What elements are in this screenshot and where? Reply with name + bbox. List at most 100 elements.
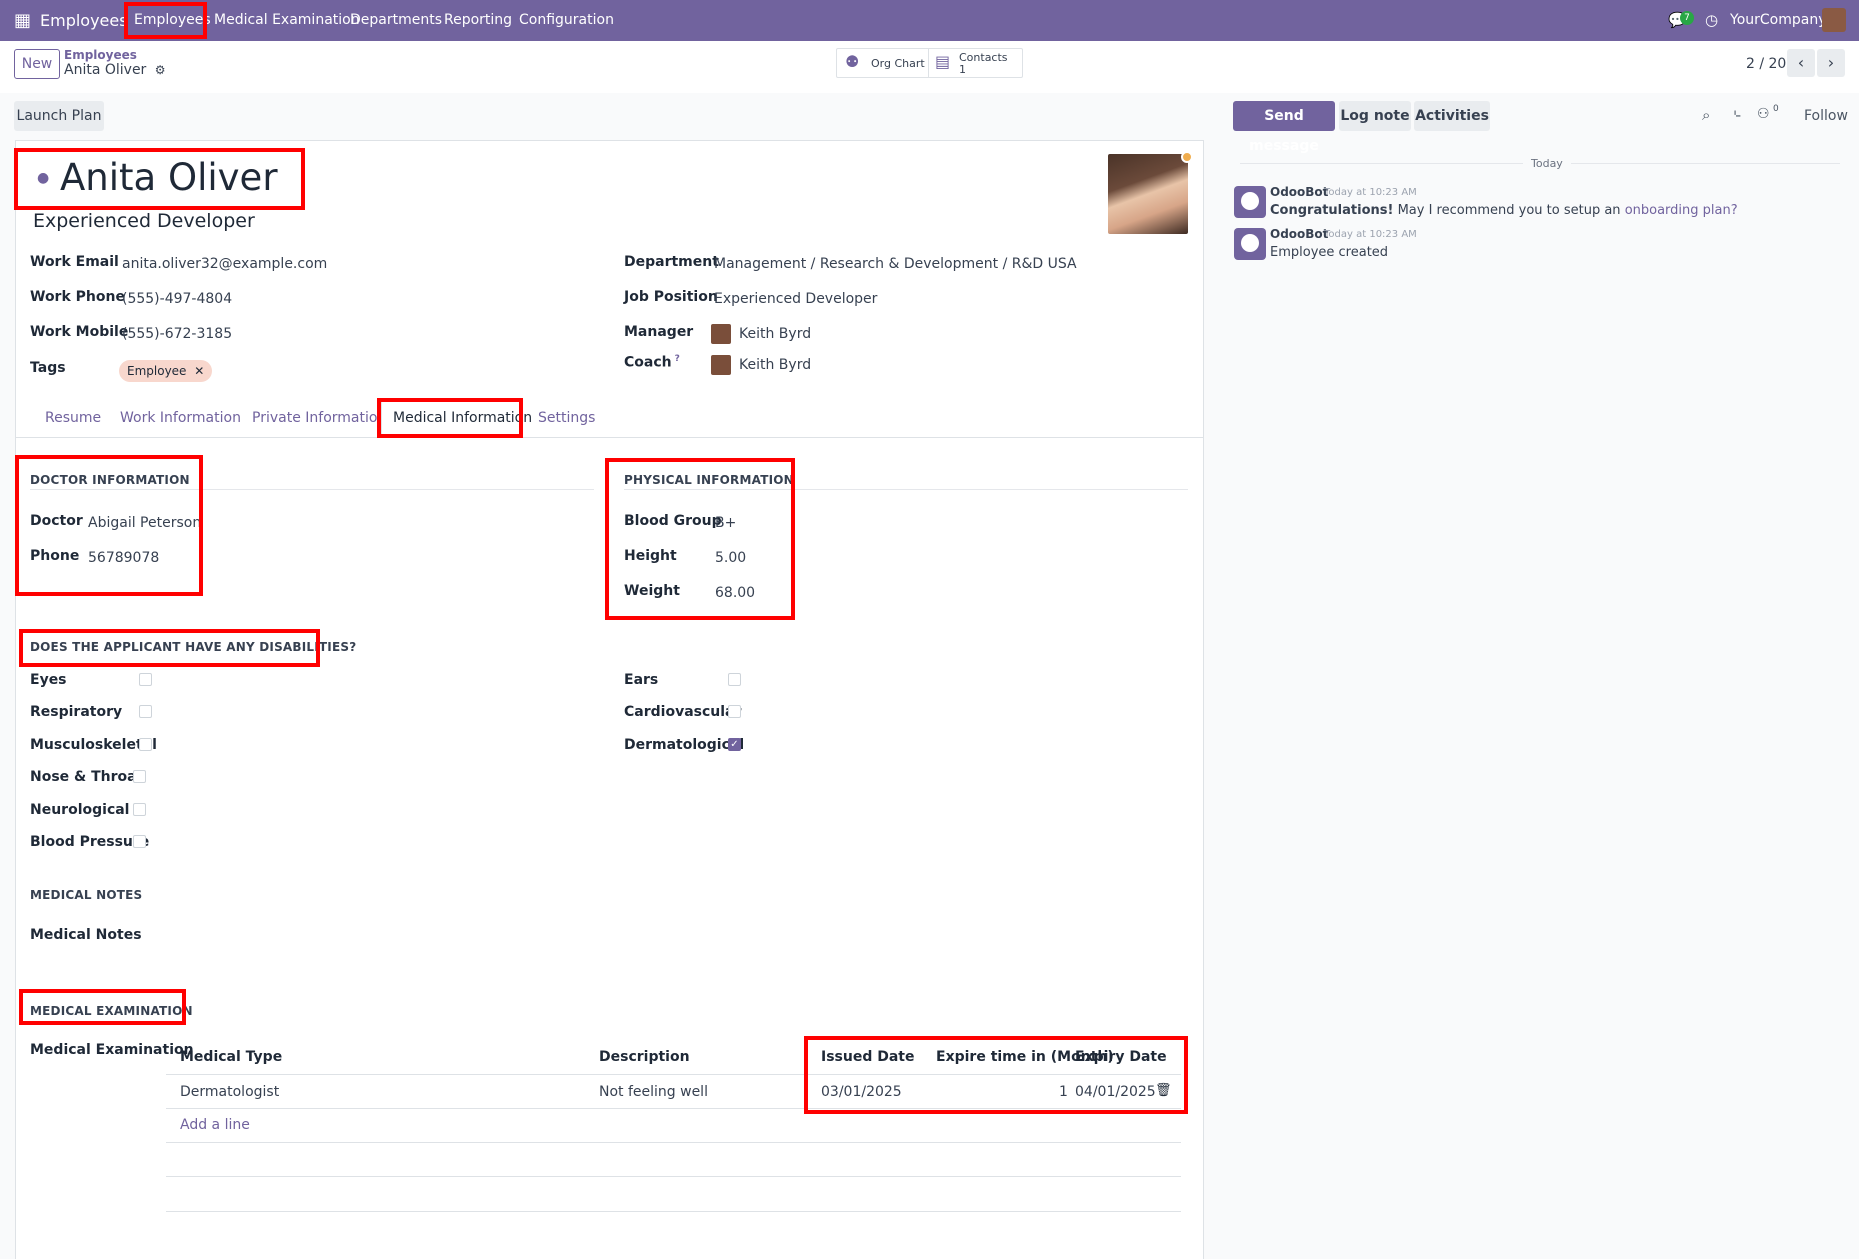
- message-author[interactable]: OdooBot: [1270, 185, 1328, 199]
- disabilities-section-title: DOES THE APPLICANT HAVE ANY DISABILITIES…: [30, 640, 357, 654]
- tab-settings[interactable]: Settings: [538, 410, 595, 426]
- trash-icon[interactable]: 🗑: [1155, 1083, 1172, 1098]
- doctor-value[interactable]: Abigail Peterson: [88, 515, 201, 531]
- tab-resume[interactable]: Resume: [45, 410, 101, 426]
- manager-label: Manager: [624, 324, 694, 340]
- breadcrumb-employees[interactable]: Employees: [64, 48, 137, 62]
- launch-plan-button[interactable]: Launch Plan: [14, 101, 104, 131]
- work-mobile-value[interactable]: (555)-672-3185: [122, 326, 232, 342]
- disability-musculoskeletal-checkbox[interactable]: [139, 738, 152, 751]
- medical-examination-label: Medical Examination: [30, 1042, 194, 1058]
- exam-section-title: MEDICAL EXAMINATION: [30, 1004, 193, 1018]
- employee-name[interactable]: Anita Oliver: [60, 156, 278, 199]
- apps-menu-icon[interactable]: ▦: [14, 0, 31, 41]
- job-position-value[interactable]: Experienced Developer: [714, 291, 877, 307]
- activity-clock-icon[interactable]: ◷: [1705, 0, 1718, 41]
- disability-cardiovascular-checkbox[interactable]: [728, 705, 741, 718]
- disability-blood-pressure-checkbox[interactable]: [133, 835, 146, 848]
- coach-help-icon[interactable]: ?: [675, 354, 680, 364]
- disability-dermatological-label: Dermatological: [624, 737, 745, 753]
- physical-section-line: [624, 489, 1188, 490]
- contacts-label: Contacts: [959, 51, 1008, 64]
- breadcrumb-current-label: Anita Oliver: [64, 62, 147, 78]
- tag-remove-icon[interactable]: ✕: [194, 364, 204, 378]
- column-description[interactable]: Description: [599, 1049, 690, 1065]
- doctor-label: Doctor: [30, 513, 83, 529]
- new-button[interactable]: New: [14, 49, 60, 79]
- menu-employees[interactable]: Employees: [134, 0, 211, 41]
- disability-neurological-label: Neurological: [30, 802, 130, 818]
- disability-ears-checkbox[interactable]: [728, 673, 741, 686]
- paperclip-icon[interactable]: ⌎: [1729, 106, 1741, 124]
- disability-nose-throat-checkbox[interactable]: [133, 770, 146, 783]
- tab-medical-information[interactable]: Medical Information: [393, 410, 532, 426]
- status-dot: [1181, 151, 1193, 163]
- gear-icon[interactable]: ⚙: [155, 63, 166, 77]
- menu-configuration[interactable]: Configuration: [519, 0, 614, 41]
- messages-badge: 7: [1680, 11, 1694, 25]
- row-issued-date[interactable]: 03/01/2025: [821, 1084, 902, 1100]
- tab-private-information[interactable]: Private Information: [252, 410, 386, 426]
- tag-employee[interactable]: Employee ✕: [119, 360, 213, 382]
- disability-eyes-checkbox[interactable]: [139, 673, 152, 686]
- work-email-value[interactable]: anita.oliver32@example.com: [122, 256, 327, 272]
- phone-value[interactable]: 56789078: [88, 550, 159, 566]
- company-switcher[interactable]: YourCompany: [1730, 0, 1827, 41]
- menu-medical-examination[interactable]: Medical Examination: [214, 0, 360, 41]
- weight-value[interactable]: 68.00: [715, 585, 755, 601]
- doctor-section-line: [30, 489, 594, 490]
- work-phone-label: Work Phone: [30, 289, 125, 305]
- menu-departments[interactable]: Departments: [350, 0, 442, 41]
- chat-bubble-icon[interactable]: ●: [37, 170, 49, 186]
- height-value[interactable]: 5.00: [715, 550, 746, 566]
- activities-button[interactable]: Activities: [1414, 101, 1490, 131]
- tab-work-information[interactable]: Work Information: [120, 410, 241, 426]
- disability-respiratory-checkbox[interactable]: [139, 705, 152, 718]
- table-row-line: [166, 1108, 1181, 1109]
- table-header-line: [166, 1074, 1181, 1075]
- menu-reporting[interactable]: Reporting: [444, 0, 512, 41]
- department-value[interactable]: Management / Research & Development / R&…: [714, 256, 1077, 272]
- column-issued-date[interactable]: Issued Date: [821, 1049, 915, 1065]
- send-message-button[interactable]: Send message: [1233, 101, 1335, 154]
- work-mobile-label: Work Mobile: [30, 324, 129, 340]
- pager-value[interactable]: 2 / 20: [1746, 56, 1786, 72]
- top-navbar: ▦ Employees Employees Medical Examinatio…: [0, 0, 1859, 41]
- pager-previous-icon[interactable]: ‹: [1787, 49, 1815, 77]
- user-avatar[interactable]: [1822, 8, 1846, 32]
- onboarding-plan-link[interactable]: onboarding plan?: [1625, 203, 1738, 218]
- column-medical-type[interactable]: Medical Type: [180, 1049, 282, 1065]
- manager-avatar: [711, 324, 731, 344]
- employee-job-title[interactable]: Experienced Developer: [33, 210, 255, 232]
- work-phone-value[interactable]: (555)-497-4804: [122, 291, 232, 307]
- weight-label: Weight: [624, 583, 680, 599]
- blood-group-value[interactable]: B+: [715, 515, 736, 531]
- pager-next-icon[interactable]: ›: [1817, 49, 1845, 77]
- app-name[interactable]: Employees: [40, 0, 128, 41]
- row-medical-type[interactable]: Dermatologist: [180, 1084, 279, 1100]
- disability-neurological-checkbox[interactable]: [133, 803, 146, 816]
- org-chart-button[interactable]: ⚉ Org Chart: [837, 49, 929, 77]
- coach-avatar: [711, 355, 731, 375]
- table-empty-line-2: [166, 1176, 1181, 1177]
- job-position-label: Job Position: [624, 289, 718, 305]
- manager-value[interactable]: Keith Byrd: [739, 326, 811, 342]
- log-note-button[interactable]: Log note: [1339, 101, 1411, 131]
- contacts-button[interactable]: ▤ Contacts 1: [929, 49, 1023, 77]
- work-email-label: Work Email: [30, 254, 119, 270]
- tags-label: Tags: [30, 360, 66, 376]
- followers-icon[interactable]: ⚇: [1757, 106, 1770, 122]
- column-expiry-date[interactable]: Expiry Date: [1075, 1049, 1167, 1065]
- row-description[interactable]: Not feeling well: [599, 1084, 708, 1100]
- message-author[interactable]: OdooBot: [1270, 227, 1328, 241]
- row-expiry-date[interactable]: 04/01/2025: [1075, 1084, 1156, 1100]
- follow-button[interactable]: Follow: [1804, 108, 1848, 124]
- notes-section-title: MEDICAL NOTES: [30, 888, 143, 902]
- disability-dermatological-checkbox[interactable]: ✓: [728, 738, 741, 751]
- coach-value[interactable]: Keith Byrd: [739, 357, 811, 373]
- employee-photo[interactable]: [1108, 154, 1188, 234]
- message-body: Congratulations! May I recommend you to …: [1270, 203, 1738, 218]
- search-icon[interactable]: ⌕: [1702, 106, 1710, 124]
- add-line-link[interactable]: Add a line: [180, 1117, 250, 1133]
- row-expire-months[interactable]: 1: [1059, 1084, 1068, 1100]
